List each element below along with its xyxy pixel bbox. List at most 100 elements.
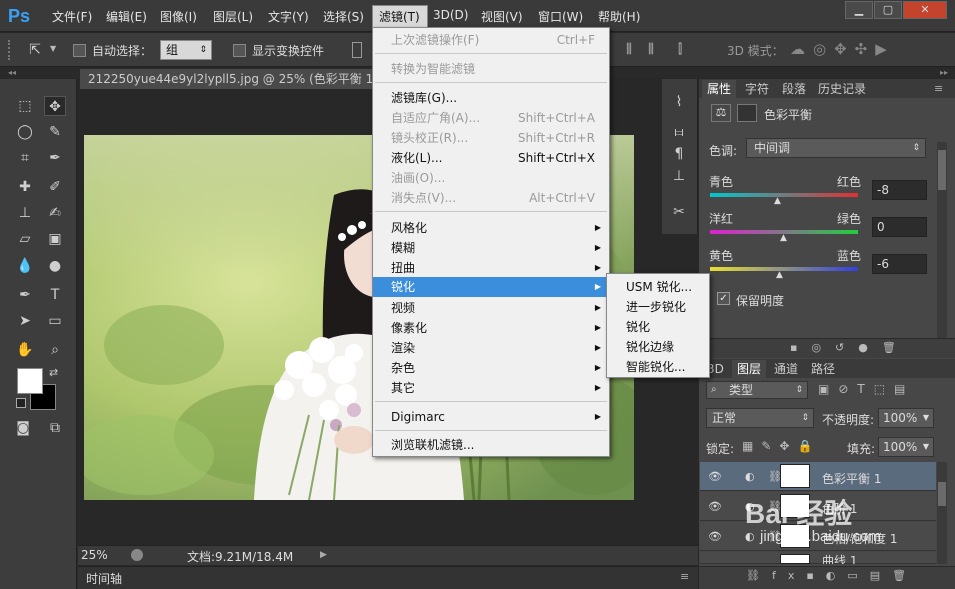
menu-help[interactable]: 帮助(H) — [598, 8, 640, 25]
tab-properties[interactable]: 属性 — [702, 80, 737, 98]
menu-item-noise[interactable]: 杂色 ▶ — [373, 358, 609, 378]
layer-name[interactable]: 色彩平衡 1 — [822, 470, 881, 487]
type-tool-icon[interactable]: T — [44, 285, 66, 305]
show-transform-checkbox[interactable] — [233, 44, 246, 57]
yellow-blue-value[interactable]: -6 — [872, 254, 927, 274]
restore-button[interactable]: ▢ — [874, 1, 902, 19]
submenu-item-sharpen-edges[interactable]: 锐化边缘 — [607, 337, 709, 357]
menu-window[interactable]: 窗口(W) — [538, 8, 583, 25]
eraser-tool-icon[interactable]: ▱ — [14, 229, 36, 249]
menu-item-digimarc[interactable]: Digimarc ▶ — [373, 407, 609, 427]
panel-menu-icon[interactable]: ≡ — [934, 82, 943, 95]
mask-icon[interactable] — [737, 104, 757, 122]
eyedropper-tool-icon[interactable]: ✒ — [44, 148, 66, 168]
menu-3d[interactable]: 3D(D) — [433, 8, 468, 22]
submenu-item-usm[interactable]: USM 锐化... — [607, 277, 709, 297]
gradient-tool-icon[interactable]: ▣ — [44, 229, 66, 249]
slider-handle[interactable]: ▲ — [776, 270, 783, 280]
tab-character[interactable]: 字符 — [740, 80, 774, 98]
menu-item-browse-online[interactable]: 浏览联机滤镜... — [373, 435, 609, 455]
auto-align-icon[interactable]: ⫿ — [678, 42, 682, 57]
scrollbar-thumb[interactable] — [938, 482, 946, 506]
layer-filter-icons[interactable]: ▣⊘T⬚▤ — [818, 382, 914, 396]
rectangle-tool-icon[interactable]: ▭ — [44, 311, 66, 331]
tab-history[interactable]: 历史记录 — [813, 80, 871, 98]
menu-item-stylize[interactable]: 风格化 ▶ — [373, 218, 609, 238]
menu-item-blur[interactable]: 模糊 ▶ — [373, 238, 609, 258]
quick-select-tool-icon[interactable]: ✎ — [44, 122, 66, 142]
submenu-item-sharpen[interactable]: 锐化 — [607, 317, 709, 337]
eye-icon[interactable]: 👁 — [708, 530, 722, 543]
history-brush-icon[interactable]: ✍ — [44, 203, 66, 223]
preserve-luminosity-checkbox[interactable]: ✓ — [717, 292, 730, 305]
menu-item-vanishing-point[interactable]: 消失点(V)... Alt+Ctrl+V — [373, 188, 609, 208]
timeline-label[interactable]: 时间轴 — [86, 570, 122, 587]
yellow-blue-slider[interactable] — [710, 267, 858, 271]
eye-icon[interactable]: 👁 — [708, 470, 722, 483]
tab-channels[interactable]: 通道 — [769, 360, 803, 378]
cyan-red-slider[interactable] — [710, 193, 858, 197]
cyan-red-value[interactable]: -8 — [872, 180, 927, 200]
menu-edit[interactable]: 编辑(E) — [106, 8, 147, 25]
fill-input[interactable]: 100% ▼ — [878, 437, 934, 457]
menu-file[interactable]: 文件(F) — [52, 8, 92, 25]
3d-orbit-icons[interactable]: ☁◎✥✣▶ — [790, 40, 895, 58]
dodge-tool-icon[interactable]: ● — [44, 256, 66, 276]
lasso-tool-icon[interactable]: ◯ — [14, 122, 36, 142]
menu-item-lens-correction[interactable]: 镜头校正(R)... Shift+Ctrl+R — [373, 128, 609, 148]
magenta-green-value[interactable]: 0 — [872, 217, 927, 237]
status-share-icon[interactable] — [131, 549, 143, 561]
distribute-right-icon[interactable]: ⫼ — [648, 42, 654, 57]
swap-colors-icon[interactable]: ⇄ — [49, 366, 58, 379]
menu-item-distort[interactable]: 扭曲 ▶ — [373, 258, 609, 278]
stamp-icon[interactable]: ⊥ — [668, 166, 690, 186]
clone-stamp-icon[interactable]: ⊥ — [14, 203, 36, 223]
zoom-tool-icon[interactable]: ⌕ — [44, 340, 66, 360]
kind-filter-dropdown[interactable]: ⌕ 类型 ⇕ — [706, 381, 808, 399]
menu-item-liquify[interactable]: 液化(L)... Shift+Ctrl+X — [373, 148, 609, 168]
menu-filter[interactable]: 滤镜(T) — [379, 8, 420, 25]
slider-handle[interactable]: ▲ — [780, 233, 787, 243]
crop-tool-icon[interactable]: ⌗ — [14, 148, 36, 168]
blur-tool-icon[interactable]: 💧 — [14, 256, 36, 276]
quick-mask-icon[interactable]: ◙ — [12, 418, 34, 438]
collapse-right-icon[interactable]: ▸▸ — [940, 68, 948, 77]
pen-tool-icon[interactable]: ✒ — [14, 285, 36, 305]
properties-footer-icons[interactable]: ▪◎↺●🗑 — [790, 341, 910, 354]
menu-item-oil-paint[interactable]: 油画(O)... — [373, 168, 609, 188]
brush-tool-icon[interactable]: ✐ — [44, 177, 66, 197]
paragraph-icon[interactable]: ¶ — [668, 144, 690, 164]
status-arrow-icon[interactable]: ▶ — [320, 550, 327, 560]
foreground-color-swatch[interactable] — [17, 368, 43, 394]
blend-mode-dropdown[interactable]: 正常 ⇕ — [706, 408, 814, 428]
scrollbar-thumb[interactable] — [938, 150, 946, 190]
tone-dropdown[interactable]: 中间调 ⇕ — [746, 138, 926, 158]
minimize-button[interactable]: ▁ — [845, 1, 873, 19]
marquee-tool-icon[interactable]: ⬚ — [14, 96, 36, 116]
menu-select[interactable]: 选择(S) — [323, 8, 364, 25]
menu-item-video[interactable]: 视频 ▶ — [373, 298, 609, 318]
menu-item-convert-smart[interactable]: 转换为智能滤镜 — [373, 59, 609, 79]
move-tool-preset-icon[interactable]: ⇱ — [24, 40, 46, 60]
layer-name[interactable]: 曲线 1 — [822, 552, 857, 564]
tools-icon[interactable]: ✂ — [668, 202, 690, 222]
auto-select-checkbox[interactable] — [73, 44, 86, 57]
menu-view[interactable]: 视图(V) — [481, 8, 523, 25]
screen-mode-icon[interactable]: ⧉ — [44, 418, 66, 438]
slider-handle[interactable]: ▲ — [774, 196, 781, 206]
menu-item-render[interactable]: 渲染 ▶ — [373, 338, 609, 358]
distribute-center-icon[interactable]: ⫼ — [626, 42, 632, 57]
menu-layer[interactable]: 图层(L) — [213, 8, 253, 25]
menu-image[interactable]: 图像(I) — [160, 8, 197, 25]
tab-layers[interactable]: 图层 — [732, 360, 767, 378]
menu-item-sharpen[interactable]: 锐化 ▶ — [373, 277, 609, 297]
menu-item-pixelate[interactable]: 像素化 ▶ — [373, 318, 609, 338]
eye-icon[interactable]: 👁 — [708, 500, 722, 513]
menu-type[interactable]: 文字(Y) — [268, 8, 309, 25]
menu-item-adaptive-wide[interactable]: 自适应广角(A)... Shift+Ctrl+A — [373, 108, 609, 128]
layers-scrollbar[interactable] — [937, 462, 947, 564]
opacity-input[interactable]: 100% ▼ — [878, 408, 934, 428]
chevron-down-icon[interactable]: ▼ — [50, 44, 56, 53]
tab-paragraph[interactable]: 段落 — [777, 80, 811, 98]
layers-footer-icons[interactable]: ⛓fx▪◐▭▤🗑 — [746, 569, 918, 582]
